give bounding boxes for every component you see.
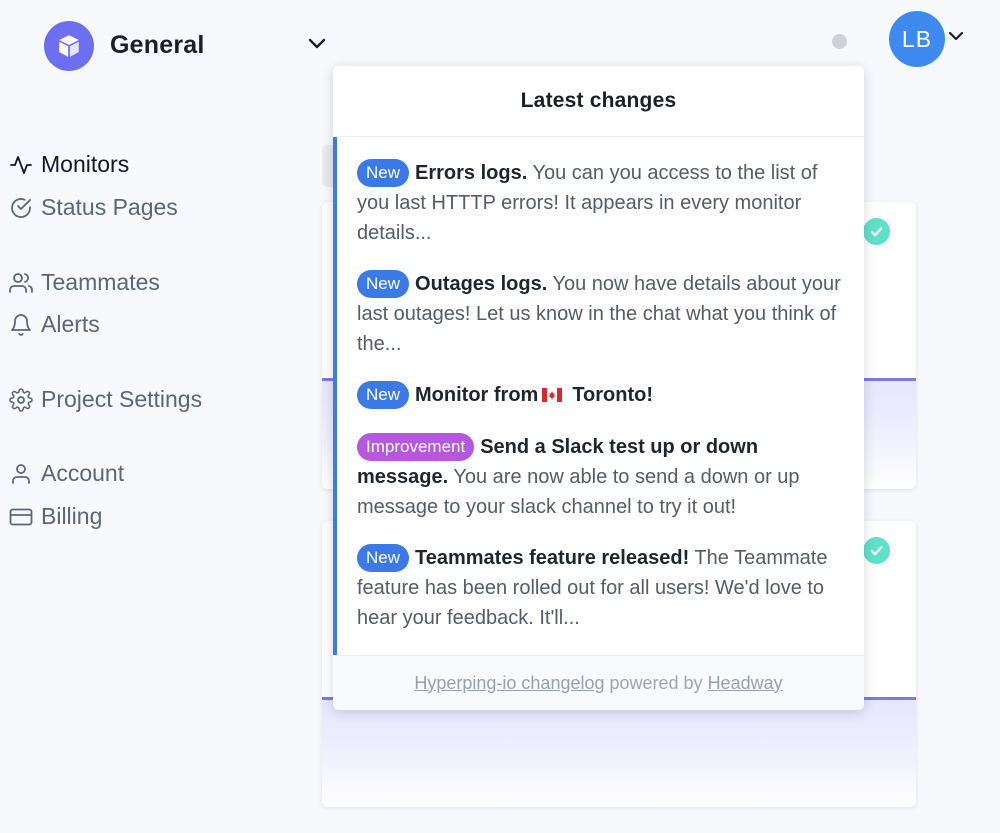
sidebar-item-label: Project Settings (41, 386, 203, 412)
changelog-list: New Errors logs. You can you access to th… (333, 137, 864, 655)
sidebar-item-label: Billing (41, 503, 103, 529)
cube-icon (59, 35, 79, 57)
sidebar-item-label: Status Pages (41, 194, 178, 220)
credit-card-icon (9, 508, 33, 525)
canada-flag-icon (542, 388, 563, 402)
entry-title: Errors logs. (415, 162, 528, 184)
bell-icon (11, 313, 31, 336)
sidebar-item-teammates[interactable]: Teammates (9, 269, 160, 296)
check-icon (863, 218, 890, 245)
sidebar-item-account[interactable]: Account (9, 460, 124, 487)
status-dot (832, 34, 847, 49)
users-icon (9, 272, 33, 293)
sidebar-item-alerts[interactable]: Alerts (9, 311, 100, 338)
changelog-link[interactable]: Hyperping-io changelog (414, 673, 604, 694)
project-name[interactable]: General (110, 31, 205, 60)
entry-title: Toronto! (572, 384, 654, 406)
response-time-chart (322, 697, 916, 807)
headway-link[interactable]: Headway (708, 673, 783, 694)
user-icon (12, 463, 30, 484)
entry-title: Teammates feature released! (415, 547, 690, 569)
changelog-title: Latest changes (333, 66, 864, 137)
sidebar-item-project-settings[interactable]: Project Settings (9, 386, 202, 413)
changelog-entry[interactable]: New Errors logs. You can you access to th… (357, 158, 843, 248)
entry-title: Monitor from (415, 384, 539, 406)
changelog-footer: Hyperping-io changelog powered by Headwa… (333, 655, 864, 710)
check-circle-icon (11, 197, 31, 218)
new-badge: New (357, 381, 410, 409)
sidebar-item-billing[interactable]: Billing (9, 503, 102, 530)
new-badge: New (357, 159, 410, 187)
changelog-entry[interactable]: New Monitor from Toronto! (357, 380, 843, 410)
avatar[interactable]: LB (889, 11, 945, 67)
project-logo[interactable] (44, 21, 94, 71)
changelog-entry[interactable]: New Teammates feature released! The Teamm… (357, 543, 843, 633)
sidebar-item-status-pages[interactable]: Status Pages (9, 194, 178, 221)
chevron-down-icon[interactable] (307, 36, 327, 52)
entry-title: Outages logs. (415, 273, 548, 295)
new-badge: New (357, 270, 410, 298)
sidebar-item-monitors[interactable]: Monitors (9, 151, 129, 178)
new-badge: New (357, 544, 410, 572)
powered-by-text: powered by (609, 672, 703, 693)
sidebar-item-label: Account (41, 460, 125, 486)
activity-icon (10, 155, 32, 174)
chevron-down-icon[interactable] (948, 29, 964, 43)
changelog-entry[interactable]: Improvement Send a Slack test up or down … (357, 432, 843, 522)
changelog-entry[interactable]: New Outages logs. You now have details ab… (357, 269, 843, 359)
sidebar-item-label: Teammates (41, 269, 160, 295)
improvement-badge: Improvement (357, 433, 475, 461)
changelog-popup: Latest changes New Errors logs. You can y… (333, 66, 864, 710)
gear-icon (9, 387, 33, 412)
check-icon (863, 537, 890, 564)
sidebar-item-label: Alerts (41, 311, 100, 337)
sidebar-item-label: Monitors (41, 151, 130, 177)
